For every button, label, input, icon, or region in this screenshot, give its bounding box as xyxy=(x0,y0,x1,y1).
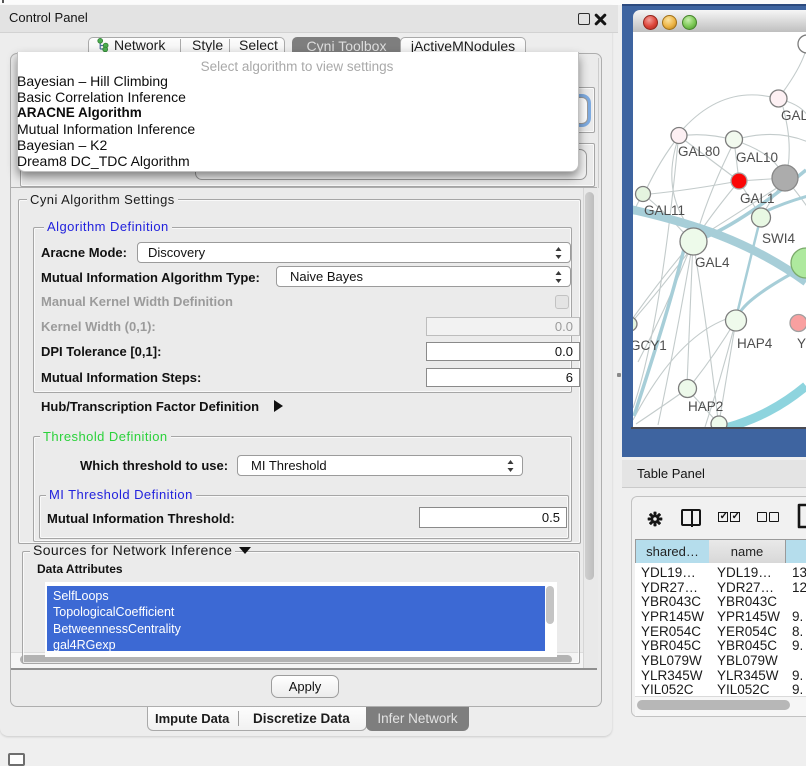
svg-text:HAP4: HAP4 xyxy=(737,336,773,351)
svg-text:GAL4: GAL4 xyxy=(695,255,730,270)
svg-text:GCY1: GCY1 xyxy=(633,338,667,353)
svg-text:GAL10: GAL10 xyxy=(736,150,778,165)
svg-text:GAL1: GAL1 xyxy=(740,191,775,206)
svg-text:GAL80: GAL80 xyxy=(678,144,720,159)
svg-text:GAL7: GAL7 xyxy=(781,108,806,123)
svg-text:YB: YB xyxy=(797,336,806,351)
svg-text:HAP2: HAP2 xyxy=(688,399,723,414)
svg-text:SWI4: SWI4 xyxy=(762,231,795,246)
svg-text:GAL11: GAL11 xyxy=(644,203,685,218)
